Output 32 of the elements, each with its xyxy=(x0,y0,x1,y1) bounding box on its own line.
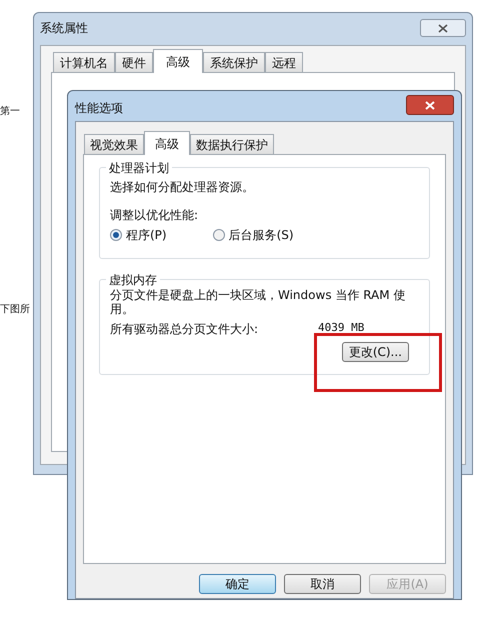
dialog-title: 性能选项 xyxy=(75,100,123,117)
group-title: 虚拟内存 xyxy=(106,271,160,289)
dialog-button[interactable]: 取消 xyxy=(284,574,361,594)
radio-button[interactable] xyxy=(212,229,225,241)
size-value: 4039 MB xyxy=(318,320,364,336)
background-text: 第一 xyxy=(0,105,20,119)
tab[interactable]: 高级 xyxy=(153,49,203,73)
radio-label: 程序(P) xyxy=(126,227,167,244)
prompt-text: 调整以优化性能: xyxy=(110,207,200,224)
tab[interactable]: 系统保护 xyxy=(203,52,265,72)
tab[interactable]: 硬件 xyxy=(115,52,153,72)
change-button[interactable]: 更改(C)... xyxy=(342,342,409,362)
close-button[interactable] xyxy=(420,19,466,37)
tab[interactable]: 数据执行保护 xyxy=(190,134,274,154)
tab[interactable]: 高级 xyxy=(144,131,190,155)
tab[interactable]: 视觉效果 xyxy=(84,134,144,154)
radio-label: 后台服务(S) xyxy=(228,227,294,244)
close-icon xyxy=(425,100,435,110)
background-text: 下图所 xyxy=(0,302,30,317)
radio-button[interactable] xyxy=(110,229,122,241)
window-title: 系统属性 xyxy=(40,20,88,37)
tab[interactable]: 计算机名 xyxy=(53,52,115,72)
tab[interactable]: 远程 xyxy=(265,52,303,72)
size-label: 所有驱动器总分页文件大小: xyxy=(110,321,260,338)
description-text: 分页文件是硬盘上的一块区域，Windows 当作 RAM 使用。 xyxy=(110,288,406,316)
close-icon xyxy=(438,24,448,32)
radio-option[interactable]: 程序(P) xyxy=(110,226,167,244)
radio-option[interactable]: 后台服务(S) xyxy=(212,226,294,244)
close-button[interactable] xyxy=(406,95,454,115)
description-text: 选择如何分配处理器资源。 xyxy=(110,179,255,196)
group-title: 处理器计划 xyxy=(106,159,172,177)
dialog-button[interactable]: 确定 xyxy=(199,574,276,594)
